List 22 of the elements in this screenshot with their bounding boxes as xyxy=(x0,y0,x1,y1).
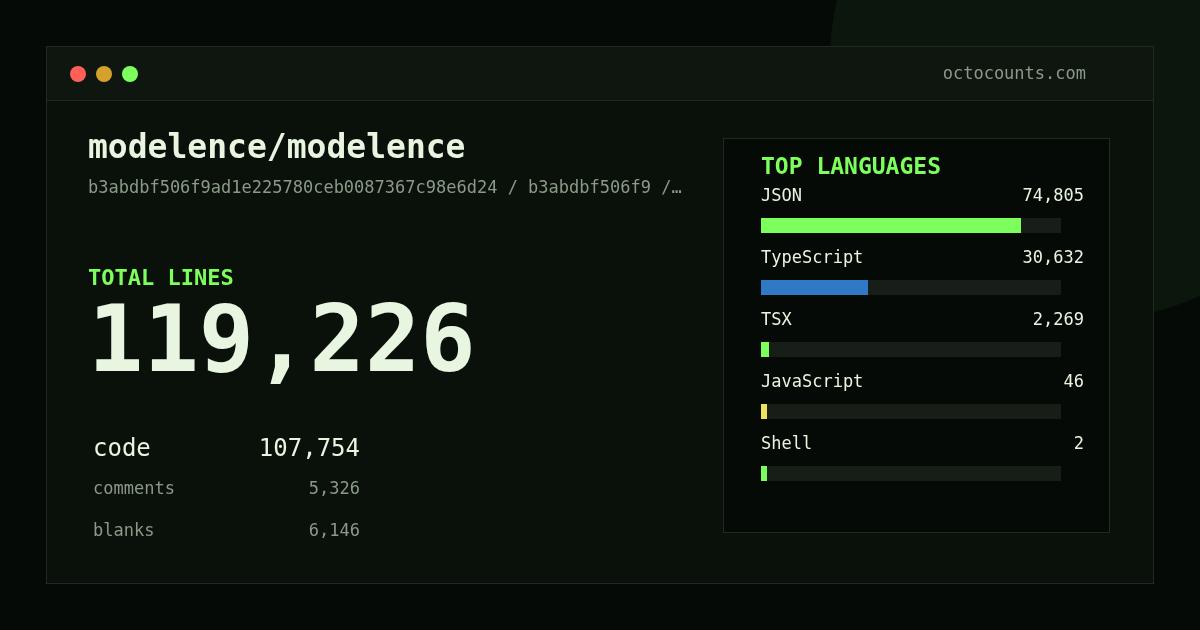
repo-title: modelence/modelence xyxy=(88,127,467,167)
stat-value: 6,146 xyxy=(308,518,360,542)
language-name: JSON xyxy=(761,184,802,207)
language-name: TypeScript xyxy=(761,246,864,269)
domain-text: octocounts.com xyxy=(942,61,1086,85)
language-name: Shell xyxy=(761,432,813,455)
stat-value: 5,326 xyxy=(308,476,360,500)
language-count: 30,632 xyxy=(1022,246,1084,269)
total-value: 119,226 xyxy=(88,289,477,390)
languages-title: TOP LANGUAGES xyxy=(761,152,942,181)
stat-label: code xyxy=(93,432,151,464)
language-count: 74,805 xyxy=(1022,184,1084,207)
language-count: 2,269 xyxy=(1032,308,1084,331)
language-name: TSX xyxy=(761,308,792,331)
language-name: JavaScript xyxy=(761,370,864,393)
total-label: TOTAL LINES xyxy=(88,263,235,292)
stat-label: blanks xyxy=(93,518,155,542)
language-count: 46 xyxy=(1063,370,1084,393)
stat-value: 107,754 xyxy=(258,432,360,464)
stat-label: comments xyxy=(93,476,175,500)
commit-path: b3abdbf506f9ad1e225780ceb0087367c98e6d24 / b3abdbf506f9 /… xyxy=(88,176,683,199)
language-count: 2 xyxy=(1073,432,1084,455)
